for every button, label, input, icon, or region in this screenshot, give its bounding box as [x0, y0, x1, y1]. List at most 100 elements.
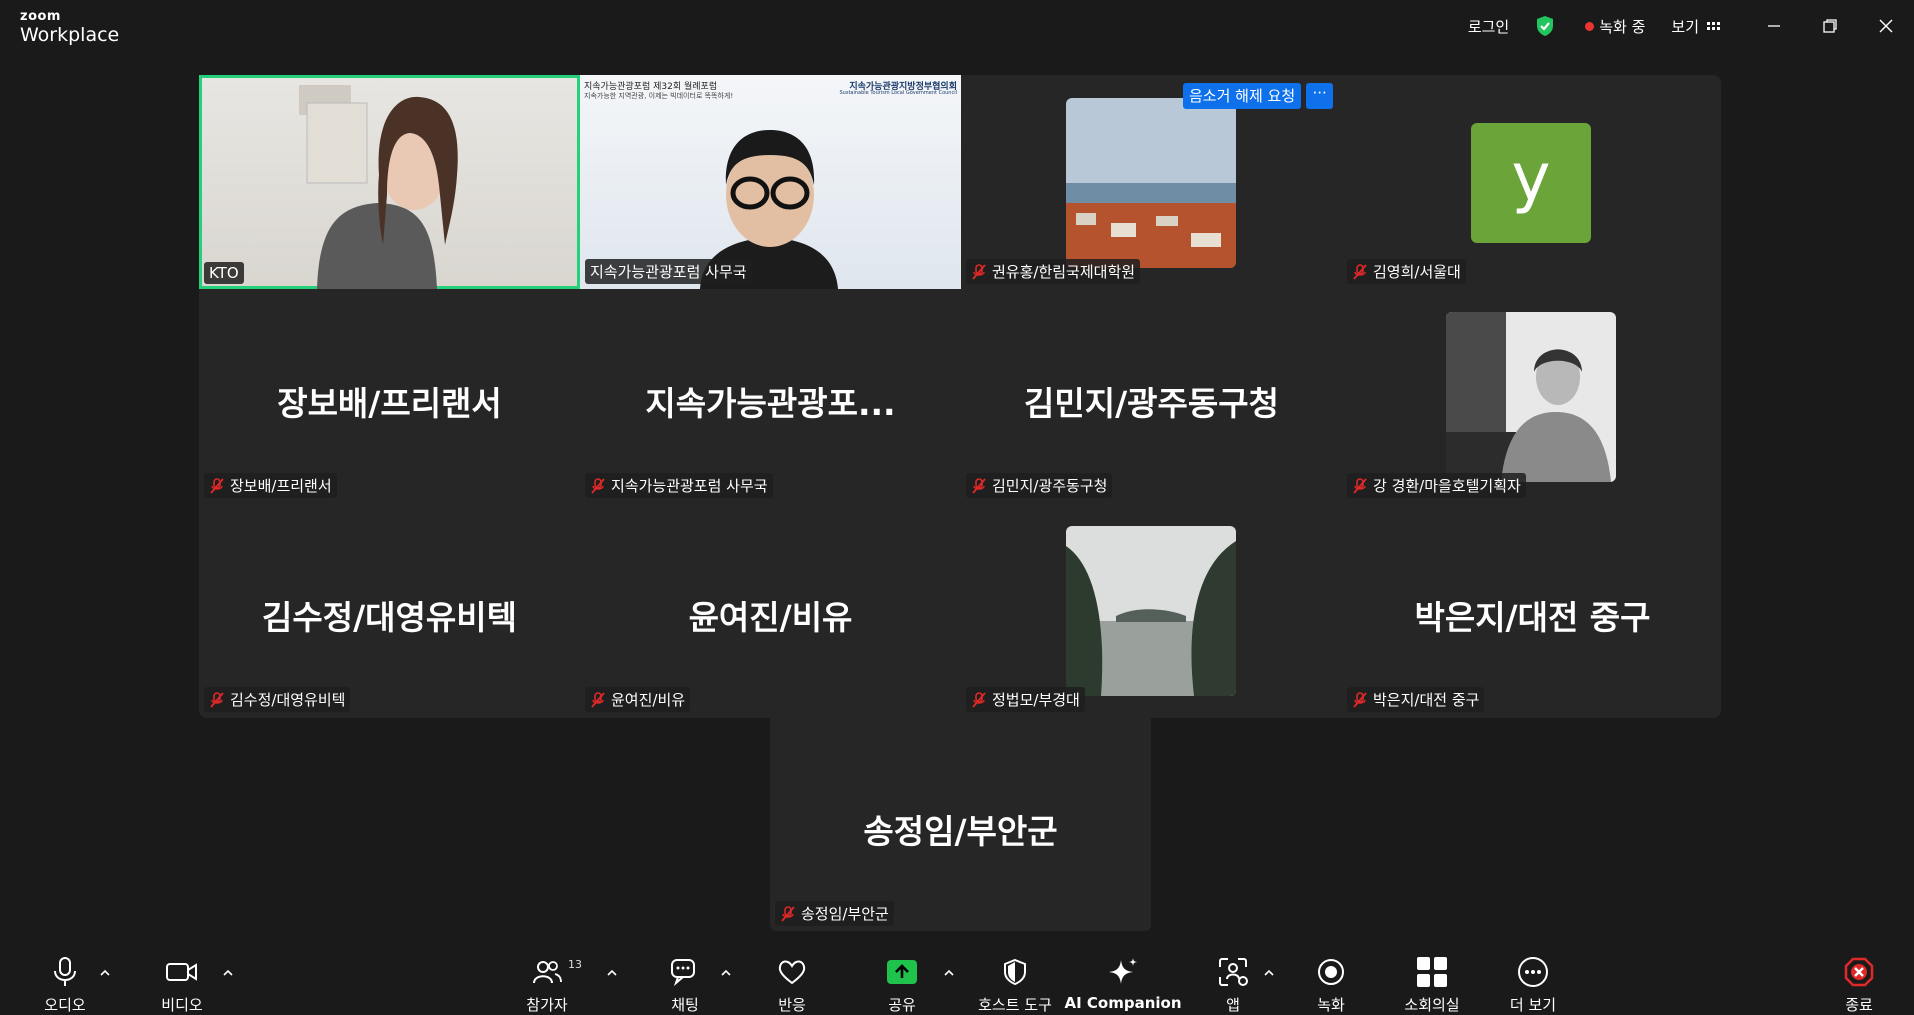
share-label: 공유	[888, 996, 916, 1014]
reactions-label: 반응	[778, 996, 806, 1014]
apps-button[interactable]: 앱	[1178, 954, 1288, 1015]
tile-more-button[interactable]: ···	[1306, 83, 1334, 109]
ai-companion-label: AI Companion	[1064, 994, 1182, 1012]
video-options-chevron-up-icon[interactable]	[221, 966, 235, 980]
mic-muted-icon	[210, 691, 224, 708]
participants-icon	[533, 961, 562, 984]
video-tile-yoon[interactable]: 윤여진/비유 윤여진/비유	[580, 503, 961, 717]
mic-muted-icon	[972, 263, 986, 280]
participants-button[interactable]: 참가자	[492, 954, 602, 1015]
app-logo: zoom Workplace	[20, 10, 119, 45]
view-button[interactable]: 보기	[1671, 16, 1720, 37]
recording-indicator[interactable]: 녹화 중	[1585, 16, 1645, 37]
end-meeting-icon	[1844, 957, 1874, 987]
participants-options-chevron-up-icon[interactable]	[605, 966, 619, 980]
recording-label: 녹화 중	[1599, 17, 1646, 36]
participant-name-tag: 지속가능관광포럼 사무국	[585, 473, 773, 498]
participant-video	[299, 85, 458, 289]
audio-options-chevron-up-icon[interactable]	[98, 966, 112, 980]
participant-display-name: 송정임/부안군	[863, 812, 1058, 851]
breakout-rooms-button[interactable]: 소회의실	[1377, 954, 1487, 1015]
unmute-request-button[interactable]: 음소거 해제 요청	[1183, 83, 1302, 109]
audio-button[interactable]: 오디오	[10, 954, 120, 1015]
chat-icon	[671, 959, 695, 986]
mic-muted-icon	[210, 477, 224, 494]
participant-name: KTO	[209, 264, 239, 282]
participant-name-tag: 권유홍/한림국제대학원	[966, 259, 1141, 284]
participant-name-tag: 박은지/대전 중구	[1347, 687, 1485, 712]
participant-name: 권유홍/한림국제대학원	[992, 263, 1136, 281]
shield-icon	[1004, 958, 1026, 986]
record-dot-icon	[1585, 21, 1595, 31]
share-button[interactable]: 공유	[847, 954, 957, 1015]
chat-button[interactable]: 채팅	[630, 954, 740, 1015]
mic-muted-icon	[972, 477, 986, 494]
heart-icon	[778, 960, 806, 985]
video-tile-secretariat[interactable]: 지속가능관광포럼 제32회 월례포럼 지속가능한 지역관광, 이제는 빅데이터로…	[580, 75, 961, 289]
mic-muted-icon	[1353, 691, 1367, 708]
restore-button[interactable]	[1802, 0, 1858, 52]
video-tile-kim-sujeong[interactable]: 김수정/대영유비텍 김수정/대영유비텍	[199, 503, 580, 717]
breakout-rooms-label: 소회의실	[1404, 996, 1460, 1014]
video-tile-jang[interactable]: 장보배/프리랜서 장보배/프리랜서	[199, 289, 580, 503]
apps-options-chevron-up-icon[interactable]	[1262, 966, 1276, 980]
participant-name: 김민지/광주동구청	[992, 477, 1108, 495]
share-screen-icon	[887, 960, 917, 984]
avatar: y	[1471, 123, 1591, 243]
end-meeting-button[interactable]: 종료	[1804, 954, 1914, 1015]
video-tile-kto[interactable]: KTO	[199, 75, 580, 289]
participant-name-tag: 김민지/광주동구청	[966, 473, 1113, 498]
host-tools-label: 호스트 도구	[978, 996, 1052, 1014]
mic-muted-icon	[591, 691, 605, 708]
video-label: 비디오	[161, 996, 203, 1014]
more-label: 더 보기	[1509, 996, 1557, 1014]
participant-name-tag: 정법모/부경대	[966, 687, 1085, 712]
chat-options-chevron-up-icon[interactable]	[719, 966, 733, 980]
reactions-button[interactable]: 반응	[737, 954, 847, 1015]
minimize-icon	[1768, 25, 1780, 27]
video-button[interactable]: 비디오	[127, 954, 237, 1015]
apps-icon	[1219, 958, 1248, 986]
video-tile-kim-younghee[interactable]: y 김영희/서울대	[1342, 75, 1723, 289]
video-tile-kim-minji[interactable]: 김민지/광주동구청 김민지/광주동구청	[961, 289, 1342, 503]
host-tools-button[interactable]: 호스트 도구	[960, 954, 1070, 1015]
profile-photo	[1066, 526, 1236, 696]
participants-label: 참가자	[526, 996, 568, 1014]
participant-name-tag: 송정임/부안군	[775, 901, 894, 926]
more-button[interactable]: 더 보기	[1478, 954, 1588, 1015]
chat-label: 채팅	[671, 996, 699, 1014]
more-options-icon	[1518, 957, 1548, 987]
mic-muted-icon	[972, 691, 986, 708]
participant-name-tag: KTO	[204, 262, 244, 284]
video-tile-park[interactable]: 박은지/대전 중구 박은지/대전 중구	[1342, 503, 1723, 717]
mic-muted-icon	[1353, 263, 1367, 280]
minimize-button[interactable]	[1746, 0, 1802, 52]
close-button[interactable]	[1858, 0, 1914, 52]
video-tile-kang[interactable]: 강 경환/마을호텔기획자	[1342, 289, 1723, 503]
participant-display-name: 장보배/프리랜서	[277, 384, 502, 423]
participant-name: 지속가능관광포럼 사무국	[611, 477, 768, 495]
video-tile-song[interactable]: 송정임/부안군 송정임/부안군	[770, 717, 1151, 931]
participant-name-tag: 윤여진/비유	[585, 687, 691, 712]
participant-name: 송정임/부안군	[801, 905, 889, 923]
unmute-request-bar: 음소거 해제 요청 ···	[1183, 83, 1334, 109]
participant-name: 정법모/부경대	[992, 691, 1080, 709]
participant-display-name: 김민지/광주동구청	[1024, 384, 1279, 423]
participant-name-tag: 지속가능관광포럼 사무국	[585, 259, 752, 284]
record-button[interactable]: 녹화	[1276, 954, 1386, 1015]
share-options-chevron-up-icon[interactable]	[942, 966, 956, 980]
video-tile-jeong[interactable]: 정법모/부경대	[961, 503, 1342, 717]
participant-display-name: 지속가능관광포...	[645, 384, 896, 423]
end-meeting-label: 종료	[1845, 996, 1873, 1014]
video-tile-secretariat-2[interactable]: 지속가능관광포... 지속가능관광포럼 사무국	[580, 289, 961, 503]
login-button[interactable]: 로그인	[1468, 16, 1509, 37]
ai-sparkle-icon	[1109, 958, 1137, 984]
ai-companion-button[interactable]: AI Companion	[1064, 954, 1182, 1012]
participant-name-tag: 강 경환/마을호텔기획자	[1347, 473, 1526, 498]
security-shield-icon[interactable]	[1535, 15, 1555, 37]
participant-name: 윤여진/비유	[611, 691, 686, 709]
participant-name: 김영희/서울대	[1373, 263, 1461, 281]
record-icon	[1318, 959, 1344, 985]
brand-large: Workplace	[20, 24, 120, 46]
record-label: 녹화	[1317, 996, 1345, 1014]
